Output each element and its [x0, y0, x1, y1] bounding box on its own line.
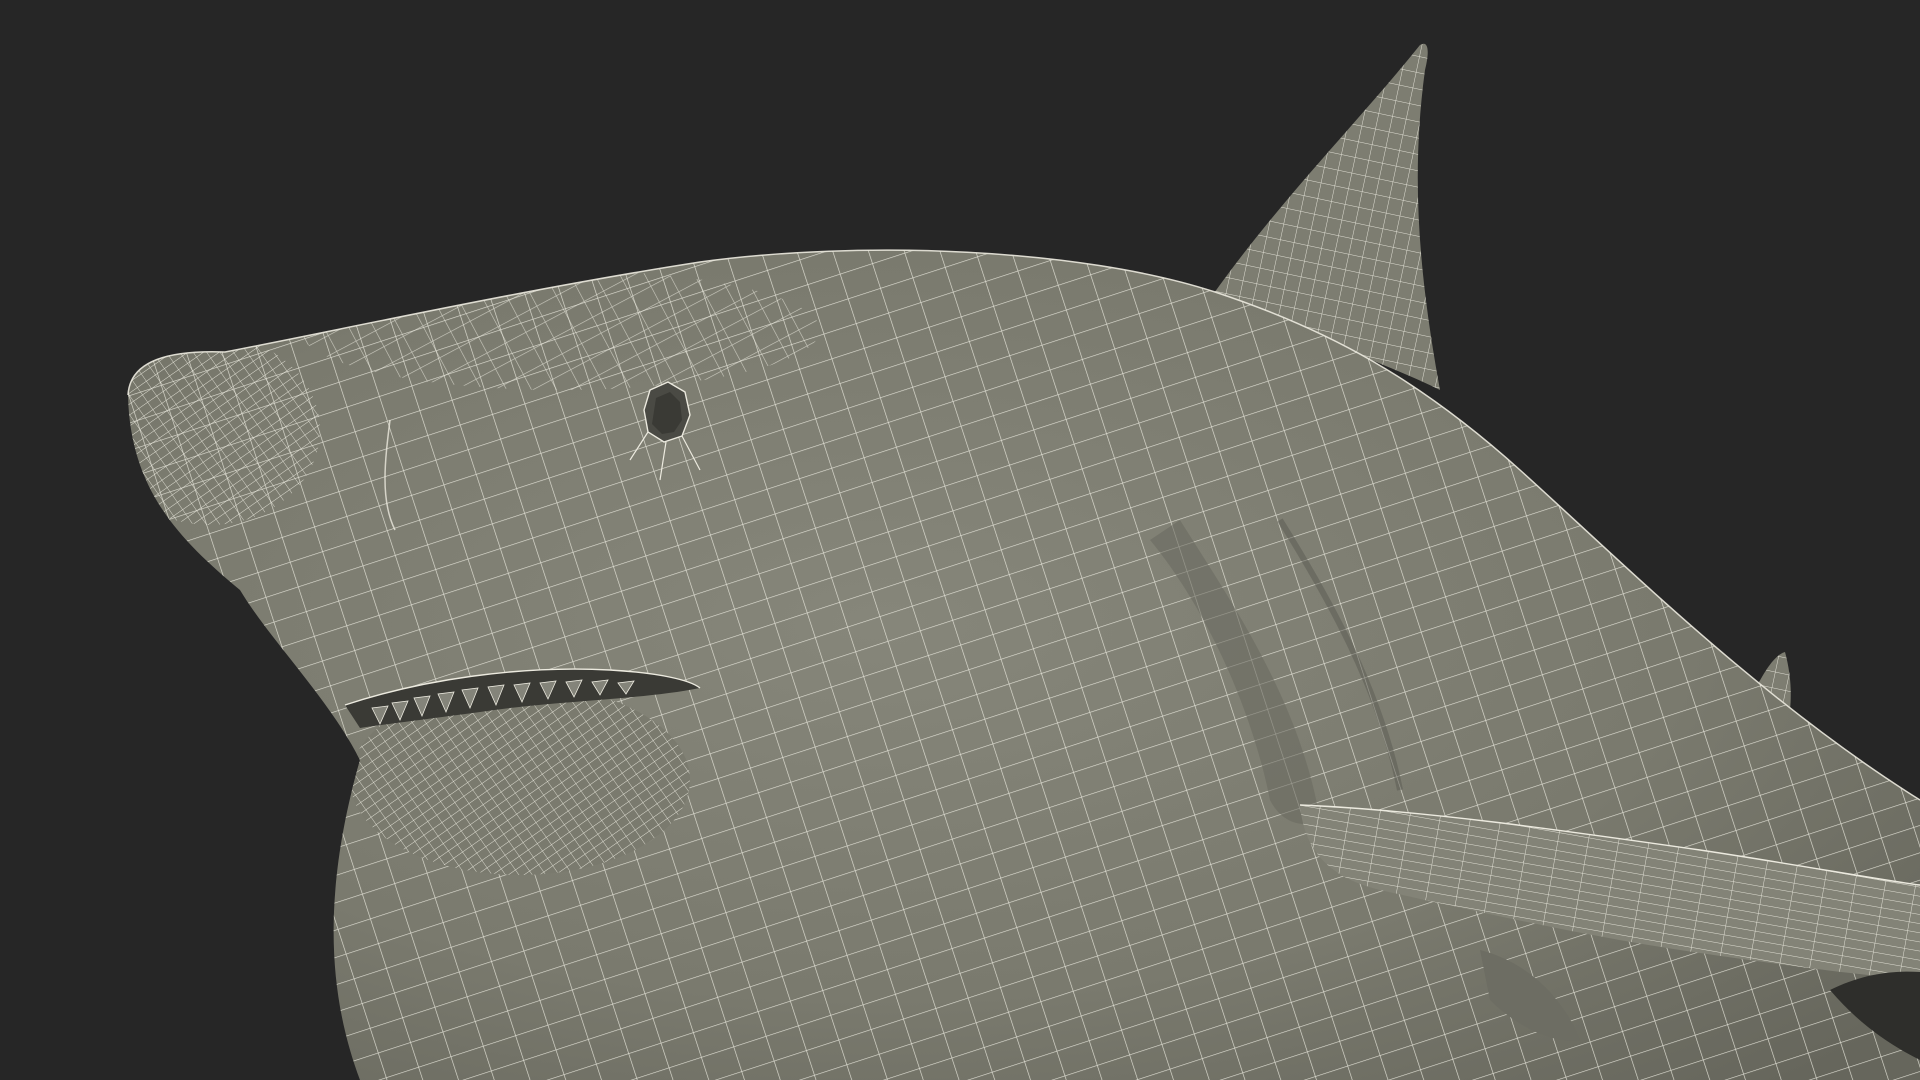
render-viewport: [0, 0, 1920, 1080]
shark-wireframe-render: [127, 43, 1920, 1080]
